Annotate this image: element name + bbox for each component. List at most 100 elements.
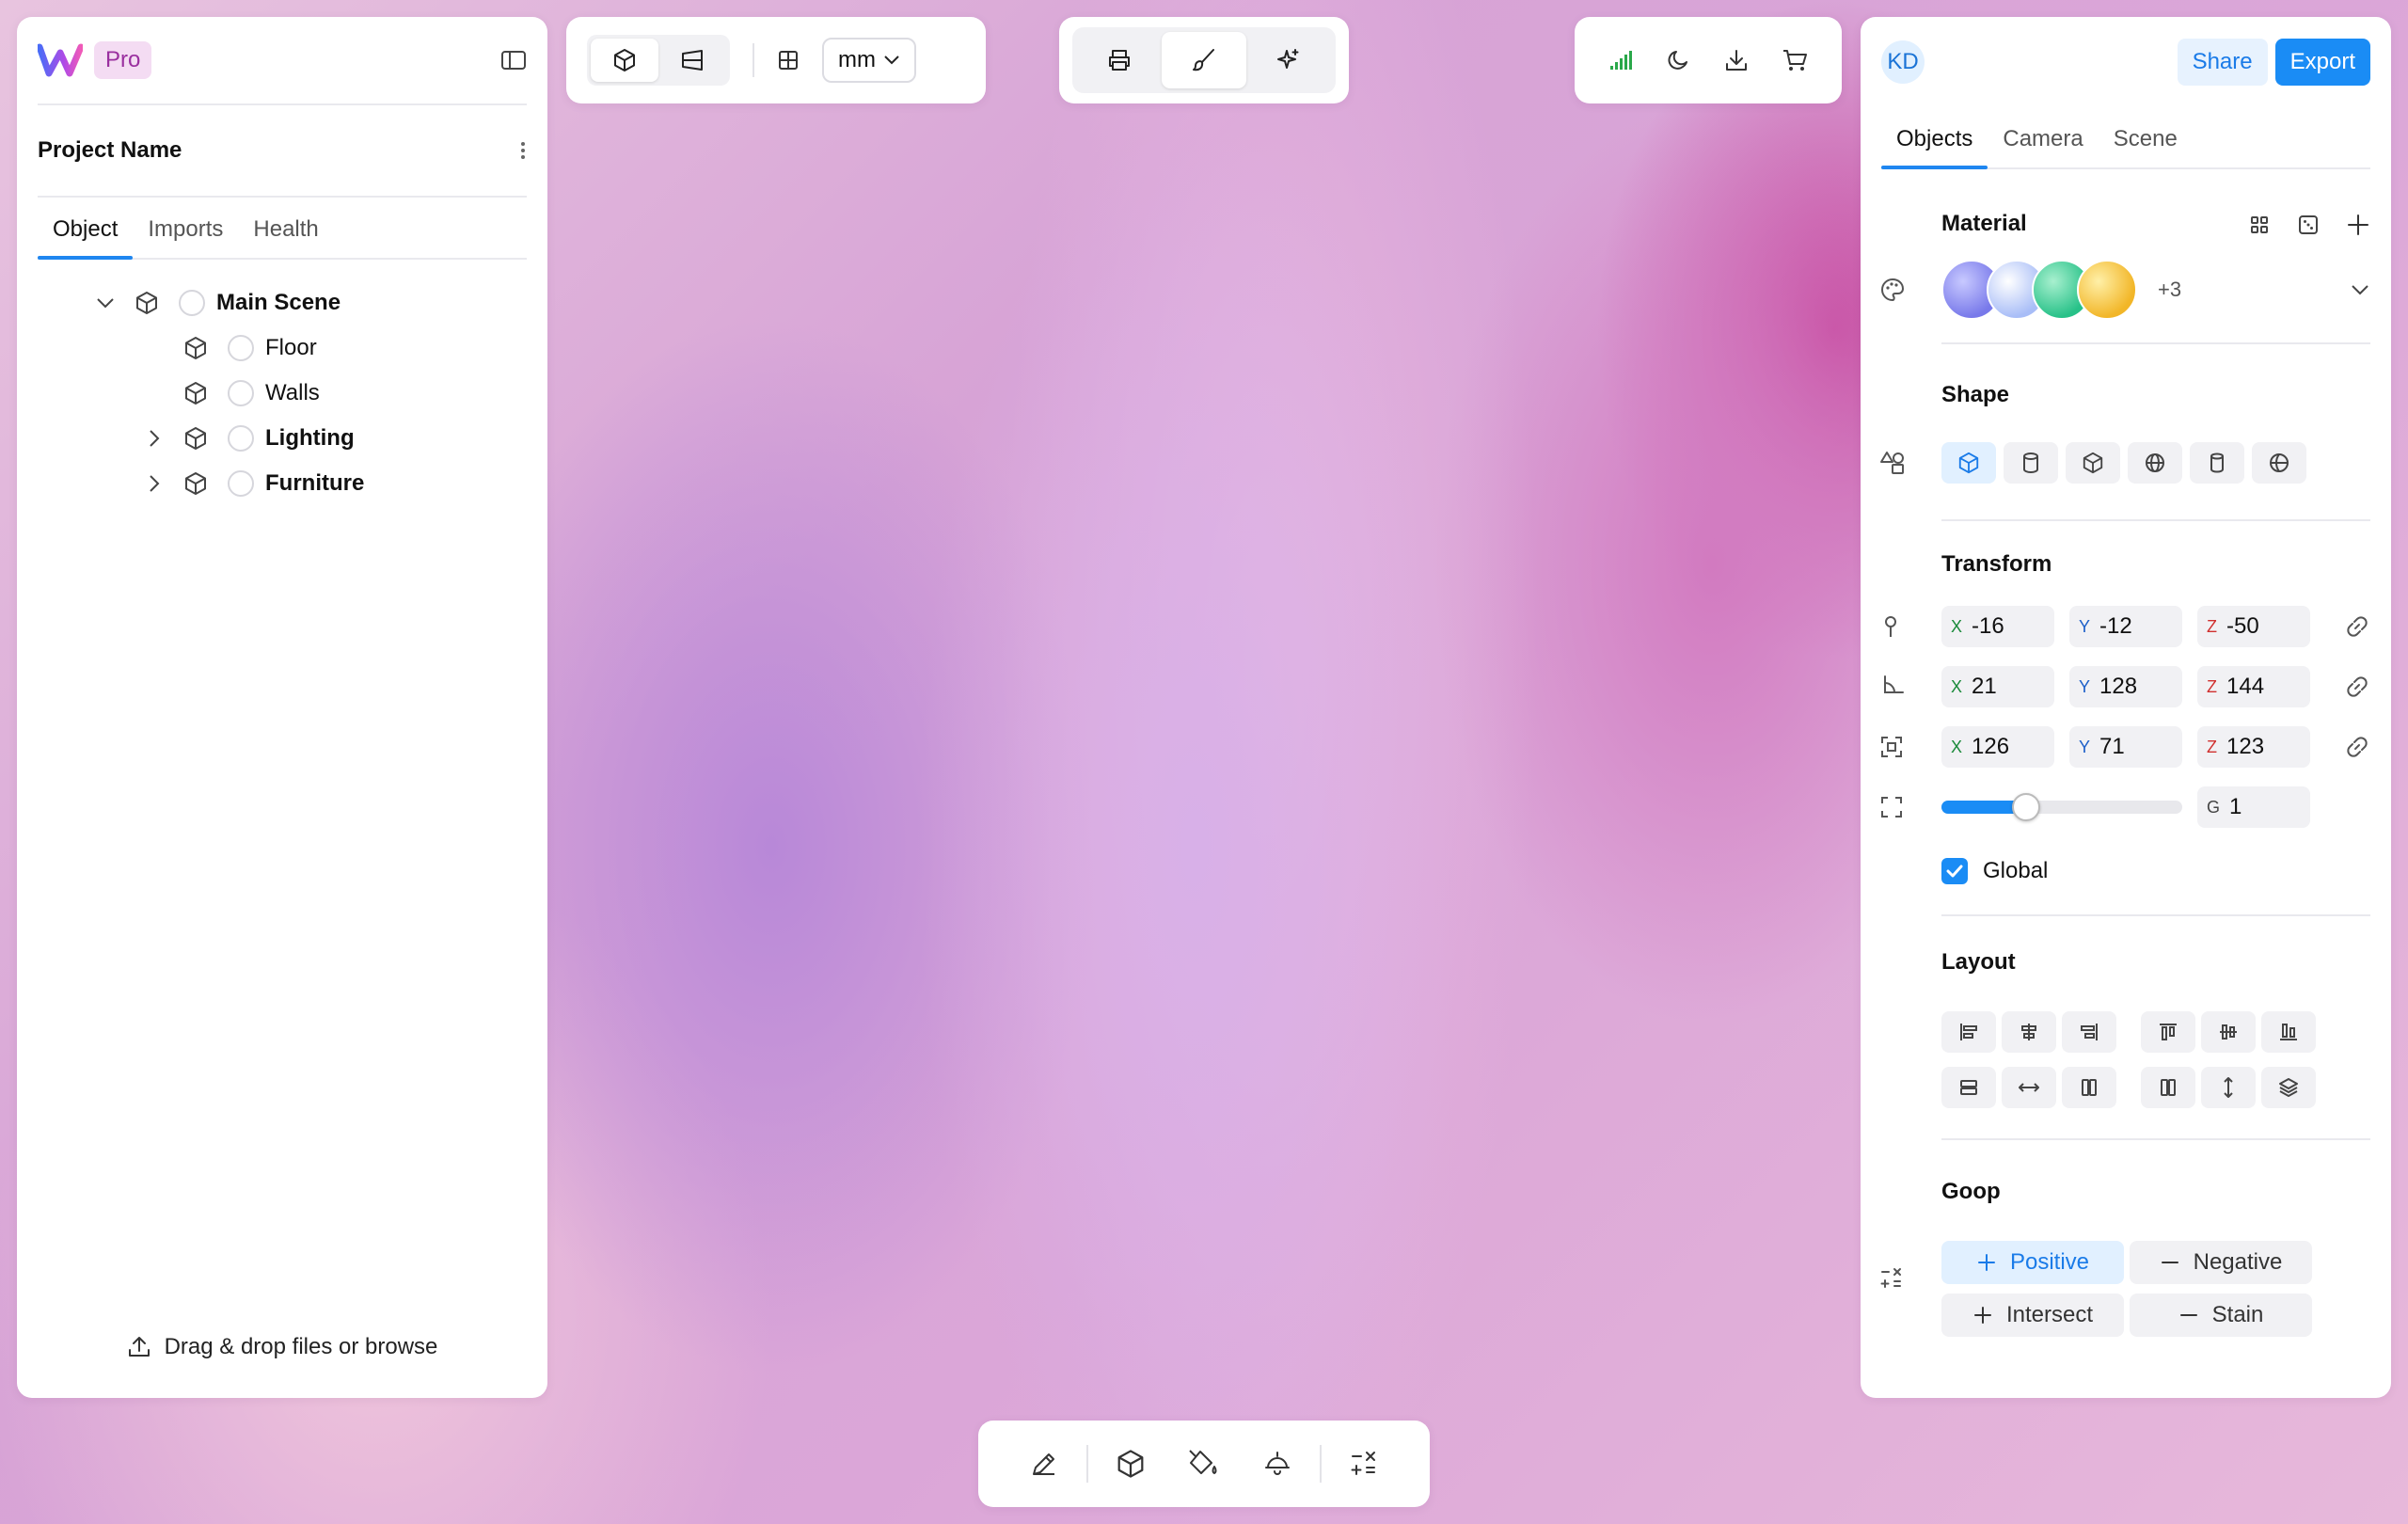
- shape-capsule-button[interactable]: [2190, 442, 2244, 484]
- perspective-view-button[interactable]: [591, 39, 658, 82]
- goop-stain-button[interactable]: Stain: [2130, 1294, 2312, 1337]
- position-z-input[interactable]: Z -50: [2197, 606, 2310, 647]
- file-drop-zone[interactable]: Drag & drop files or browse: [17, 1334, 547, 1360]
- material-swatch[interactable]: [2077, 260, 2137, 320]
- shape-cube-button[interactable]: [1941, 442, 1996, 484]
- tree-item-walls[interactable]: Walls: [17, 371, 547, 416]
- shape-globe-button[interactable]: [2252, 442, 2306, 484]
- tab-camera[interactable]: Camera: [1988, 126, 2098, 167]
- pencil-icon: [1033, 1453, 1054, 1475]
- shape-box-button[interactable]: [2066, 442, 2120, 484]
- printer-icon: [1109, 50, 1130, 71]
- paint-bucket-button[interactable]: [1167, 1449, 1241, 1479]
- operations-button[interactable]: [1327, 1449, 1401, 1479]
- units-select[interactable]: mm: [822, 38, 916, 83]
- cube-icon: [1117, 1450, 1144, 1478]
- rotation-y-input[interactable]: Y 128: [2069, 666, 2182, 707]
- rotation-x-input[interactable]: X 21: [1941, 666, 2054, 707]
- orthographic-view-button[interactable]: [658, 39, 726, 82]
- tab-objects[interactable]: Objects: [1881, 126, 1988, 169]
- link-icon[interactable]: [2344, 674, 2370, 700]
- ai-sparkle-button[interactable]: [1246, 32, 1331, 88]
- columns-layout-button[interactable]: [2141, 1067, 2195, 1108]
- app-logo-icon[interactable]: [38, 43, 83, 77]
- shape-section: Shape: [1941, 344, 2370, 435]
- avatar[interactable]: KD: [1881, 40, 1925, 84]
- add-object-button[interactable]: [1094, 1449, 1167, 1479]
- tab-object[interactable]: Object: [38, 216, 134, 260]
- visibility-toggle[interactable]: [228, 425, 254, 452]
- global-scale-row: G1: [1881, 777, 2370, 837]
- visibility-toggle[interactable]: [179, 290, 205, 316]
- global-checkbox[interactable]: [1941, 858, 1968, 884]
- material-swatches[interactable]: +3: [1941, 260, 2181, 320]
- moon-icon[interactable]: [1666, 48, 1690, 72]
- sidebar-toggle-icon[interactable]: [500, 49, 527, 71]
- goop-positive-button[interactable]: Positive: [1941, 1241, 2124, 1284]
- align-right-button[interactable]: [2062, 1011, 2116, 1053]
- goop-intersect-button[interactable]: Intersect: [1941, 1294, 2124, 1337]
- link-icon[interactable]: [2344, 734, 2370, 760]
- sparkle-icon: [1277, 49, 1299, 69]
- scale-x-input[interactable]: X 126: [1941, 726, 2054, 768]
- more-vertical-icon[interactable]: [519, 139, 527, 162]
- goop-negative-button[interactable]: Negative: [2130, 1241, 2312, 1284]
- light-tool-button[interactable]: [1241, 1449, 1314, 1479]
- browse-link[interactable]: browse: [365, 1334, 437, 1359]
- chevron-right-icon[interactable]: [135, 473, 173, 494]
- align-top-button[interactable]: [2141, 1011, 2195, 1053]
- visibility-toggle[interactable]: [228, 335, 254, 361]
- rows-icon: [1960, 1080, 1977, 1095]
- chevron-right-icon[interactable]: [135, 428, 173, 449]
- tab-imports[interactable]: Imports: [133, 216, 238, 258]
- position-y-input[interactable]: Y -12: [2069, 606, 2182, 647]
- right-panel-header: KD Share Export: [1861, 17, 2391, 107]
- signal-icon[interactable]: [1608, 49, 1633, 71]
- chevron-down-icon[interactable]: [87, 296, 124, 310]
- add-icon[interactable]: [2346, 213, 2370, 237]
- arrows-horizontal-icon: [2019, 1083, 2039, 1092]
- visibility-toggle[interactable]: [228, 380, 254, 406]
- scale-y-input[interactable]: Y 71: [2069, 726, 2182, 768]
- edit-tool-button[interactable]: [1007, 1449, 1081, 1479]
- brush-button[interactable]: [1162, 32, 1246, 88]
- tree-item-main-scene[interactable]: Main Scene: [17, 280, 547, 325]
- layers-button[interactable]: [2261, 1067, 2316, 1108]
- capsule-icon: [2210, 452, 2224, 473]
- print-button[interactable]: [1077, 32, 1162, 88]
- grid-icon[interactable]: [777, 49, 800, 71]
- align-bottom-button[interactable]: [2261, 1011, 2316, 1053]
- tree-item-lighting[interactable]: Lighting: [17, 416, 547, 461]
- distribute-vertical-button[interactable]: [2201, 1067, 2256, 1108]
- distribute-horizontal-button[interactable]: [2002, 1067, 2056, 1108]
- grid-view-icon[interactable]: [2248, 214, 2271, 236]
- visibility-toggle[interactable]: [228, 470, 254, 497]
- global-scale-input[interactable]: G1: [2197, 786, 2310, 828]
- rotation-z-input[interactable]: Z 144: [2197, 666, 2310, 707]
- global-scale-slider[interactable]: [1941, 793, 2182, 821]
- scale-z-input[interactable]: Z 123: [2197, 726, 2310, 768]
- position-x-input[interactable]: X -16: [1941, 606, 2054, 647]
- tab-scene[interactable]: Scene: [2099, 126, 2193, 167]
- slider-thumb[interactable]: [2011, 793, 2040, 821]
- stack-rows-button[interactable]: [1941, 1067, 1996, 1108]
- export-button[interactable]: Export: [2274, 39, 2370, 86]
- align-left-icon: [1960, 1024, 1977, 1040]
- share-button[interactable]: Share: [2177, 39, 2268, 86]
- shape-sphere-button[interactable]: [2128, 442, 2182, 484]
- chevron-down-icon[interactable]: [2350, 283, 2370, 296]
- download-icon[interactable]: [1724, 48, 1749, 72]
- stack-columns-button[interactable]: [2062, 1067, 2116, 1108]
- dice-icon[interactable]: [2297, 214, 2320, 236]
- align-center-h-button[interactable]: [2002, 1011, 2056, 1053]
- project-name[interactable]: Project Name: [38, 137, 182, 164]
- link-icon[interactable]: [2344, 613, 2370, 640]
- align-middle-v-button[interactable]: [2201, 1011, 2256, 1053]
- tree-item-furniture[interactable]: Furniture: [17, 461, 547, 506]
- shape-cylinder-button[interactable]: [2004, 442, 2058, 484]
- cart-icon[interactable]: [1782, 48, 1808, 72]
- global-checkbox-row[interactable]: Global: [1941, 837, 2370, 905]
- align-left-button[interactable]: [1941, 1011, 1996, 1053]
- tree-item-floor[interactable]: Floor: [17, 325, 547, 371]
- tab-health[interactable]: Health: [238, 216, 333, 258]
